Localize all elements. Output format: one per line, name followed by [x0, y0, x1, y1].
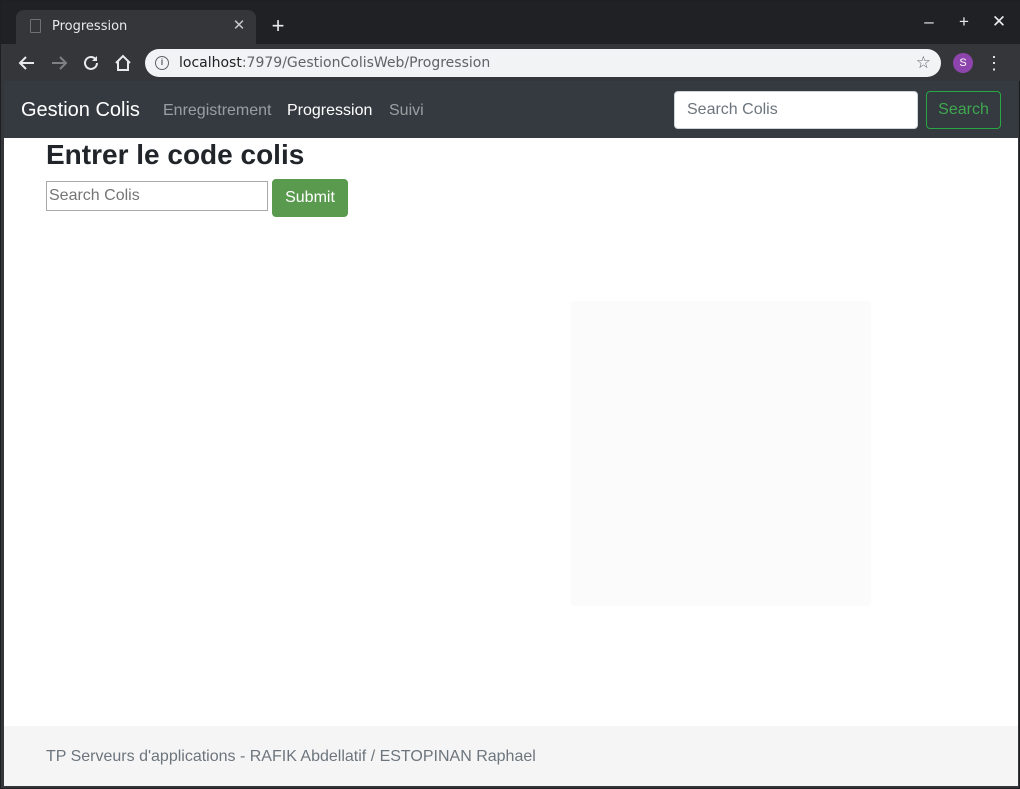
arrow-left-icon[interactable]: [14, 50, 40, 76]
brand-link[interactable]: Gestion Colis: [21, 99, 140, 122]
footer-text: TP Serveurs d'applications - RAFIK Abdel…: [46, 748, 536, 765]
home-icon[interactable]: [110, 50, 136, 76]
faded-overlay-panel: [571, 301, 871, 606]
close-window-icon[interactable]: ✕: [986, 11, 1012, 33]
browser-window: Progression ✕ + – + ✕ i localhost:7979/G…: [0, 0, 1020, 789]
reload-icon[interactable]: [78, 50, 104, 76]
page-icon: [30, 19, 41, 33]
plus-icon[interactable]: +: [267, 15, 289, 37]
nav-link-suivi[interactable]: Suivi: [389, 102, 424, 120]
tab-strip: Progression ✕ + – + ✕: [1, 1, 1020, 44]
close-icon[interactable]: ✕: [230, 16, 248, 36]
address-bar[interactable]: i localhost:7979/GestionColisWeb/Progres…: [145, 49, 941, 77]
navbar-search-button[interactable]: Search: [926, 91, 1001, 129]
page-viewport: Gestion Colis Enregistrement Progression…: [4, 81, 1018, 786]
navbar-search-input[interactable]: [674, 91, 918, 129]
tab-title: Progression: [52, 19, 128, 34]
site-navbar: Gestion Colis Enregistrement Progression…: [4, 81, 1018, 138]
maximize-icon[interactable]: +: [951, 11, 977, 33]
minimize-icon[interactable]: –: [916, 11, 942, 33]
info-icon[interactable]: i: [155, 56, 169, 70]
browser-toolbar: i localhost:7979/GestionColisWeb/Progres…: [1, 44, 1020, 81]
arrow-right-icon[interactable]: [46, 50, 72, 76]
browser-tab[interactable]: Progression ✕: [16, 10, 256, 44]
submit-button[interactable]: Submit: [272, 179, 348, 217]
kebab-menu-icon[interactable]: ⋮: [984, 50, 1004, 76]
star-icon[interactable]: ☆: [916, 53, 931, 73]
nav-link-progression[interactable]: Progression: [287, 102, 372, 120]
site-footer: TP Serveurs d'applications - RAFIK Abdel…: [4, 726, 1018, 786]
nav-link-enregistrement[interactable]: Enregistrement: [163, 102, 272, 120]
colis-code-input[interactable]: [46, 181, 268, 211]
page-title: Entrer le code colis: [46, 139, 305, 170]
profile-avatar[interactable]: S: [953, 53, 973, 73]
url-text: localhost:7979/GestionColisWeb/Progressi…: [179, 55, 491, 71]
